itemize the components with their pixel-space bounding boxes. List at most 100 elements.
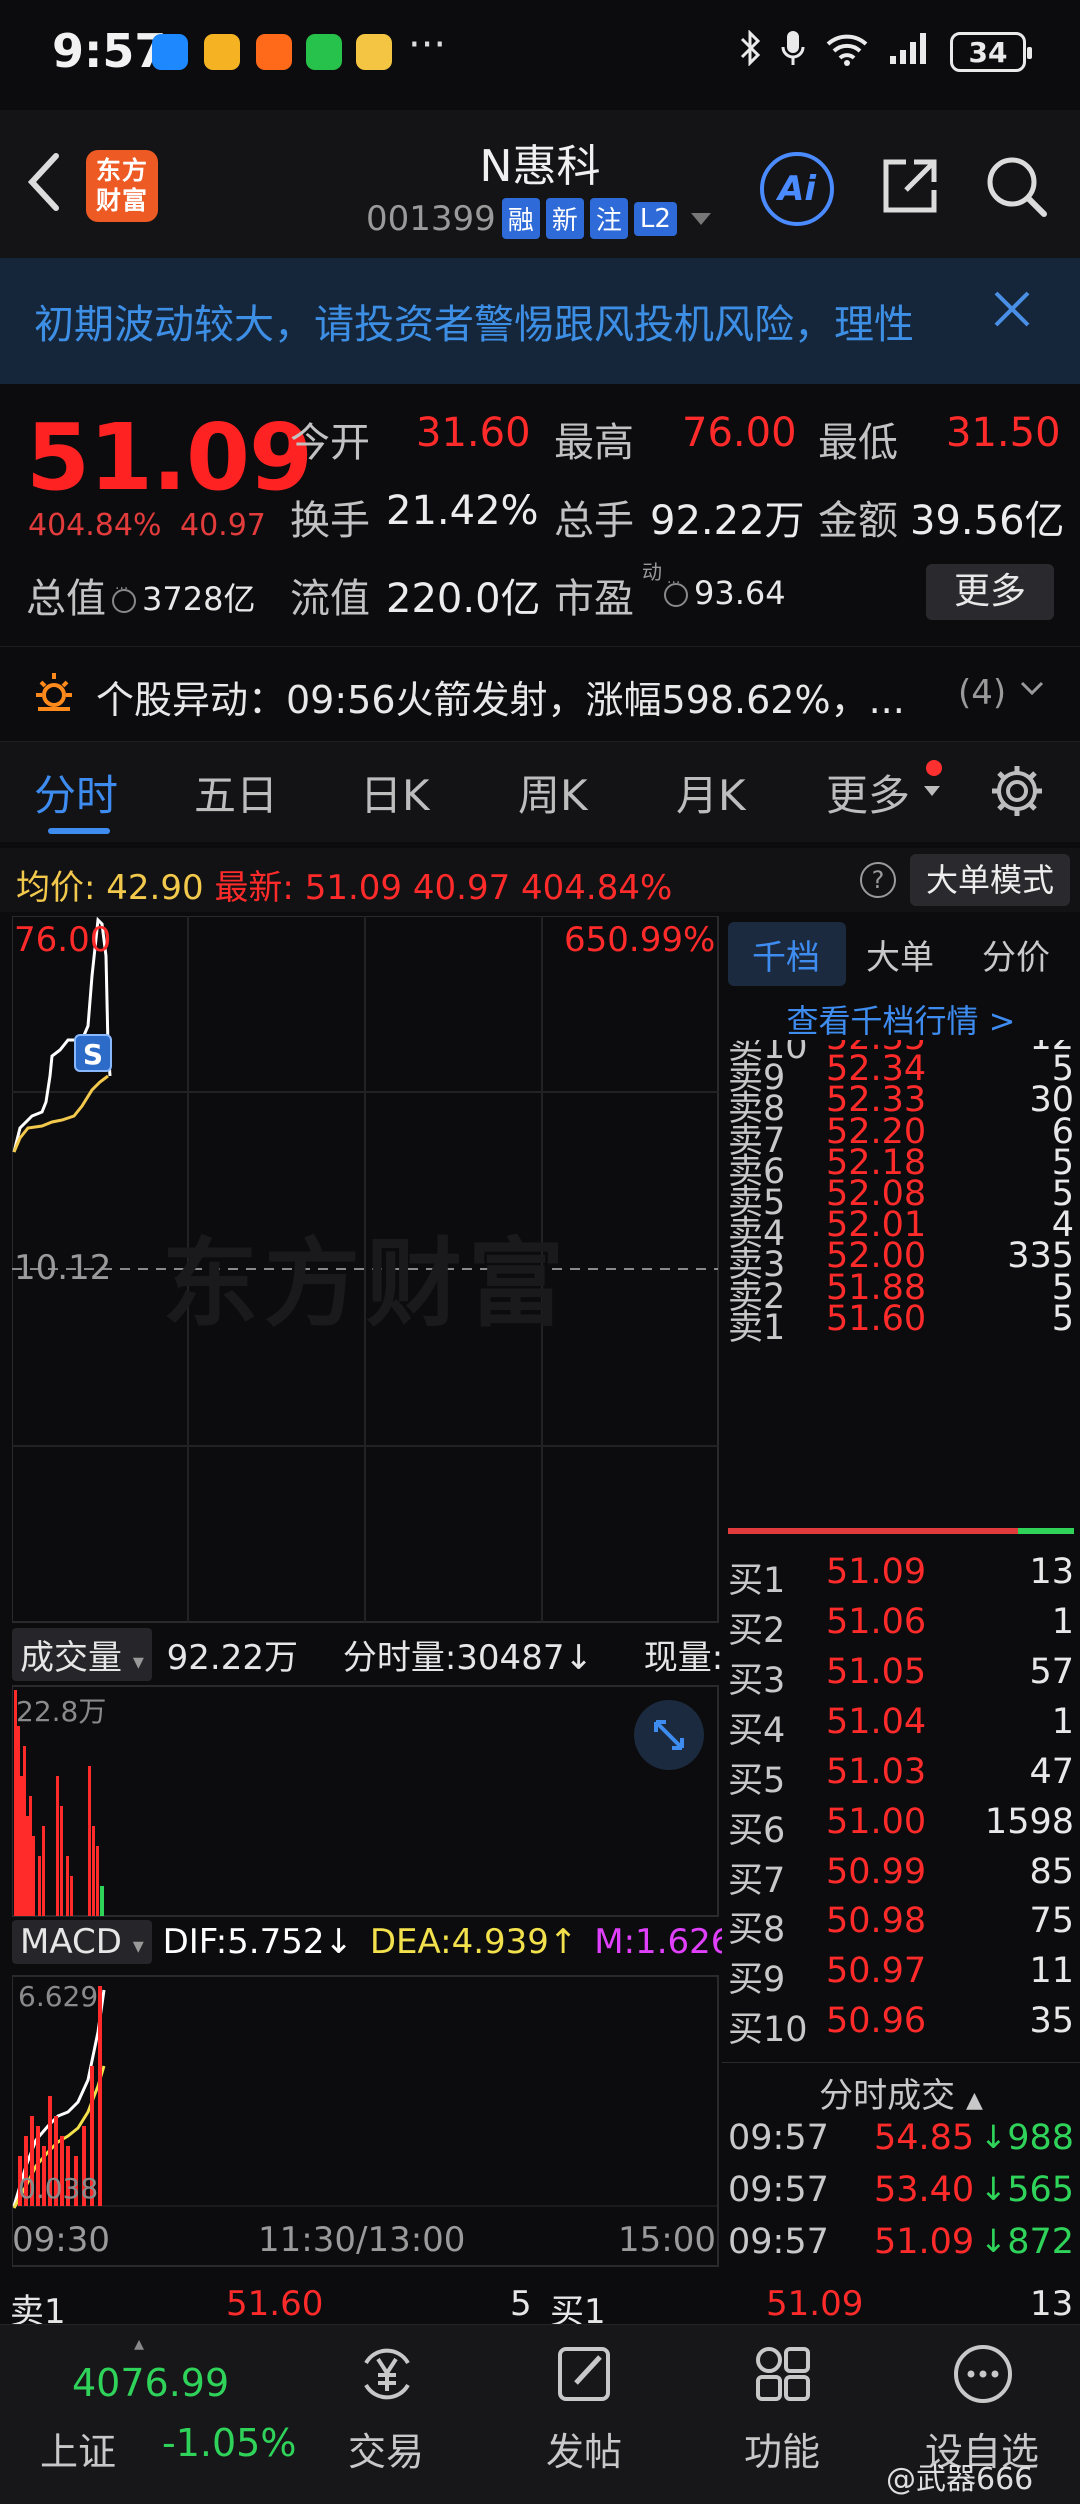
nav-trade-label: 交易 bbox=[347, 2430, 424, 2474]
arrow-down-icon: ↓ bbox=[564, 1638, 593, 1678]
trade-qty: 988 bbox=[1007, 2118, 1074, 2158]
chart-settings-button[interactable] bbox=[988, 762, 1046, 824]
tab-intraday[interactable]: 分时 bbox=[34, 762, 118, 823]
current-price: 51.09 bbox=[26, 404, 313, 511]
wechat-notification-icon bbox=[306, 34, 342, 70]
trade-direction-icon: ↓ bbox=[980, 2170, 1007, 2208]
bid-row[interactable]: 买4 51.04 1 bbox=[728, 1702, 1074, 1752]
bid-row[interactable]: 买1 51.09 13 bbox=[728, 1552, 1074, 1602]
share-icon bbox=[883, 159, 937, 213]
trade-direction-icon: ↓ bbox=[980, 2222, 1007, 2260]
low-value: 31.50 bbox=[946, 410, 1061, 456]
close-notice-button[interactable] bbox=[990, 280, 1034, 345]
tag-margin: 融 bbox=[501, 198, 540, 239]
volume-bar bbox=[92, 1826, 95, 1916]
volume-bar bbox=[100, 1886, 104, 1916]
tab-big-orders[interactable]: 大单 bbox=[866, 930, 934, 979]
volume-max-label: 22.8万 bbox=[16, 1695, 107, 1728]
open-label: 今开 bbox=[290, 420, 370, 466]
trade-time: 09:57 bbox=[728, 2222, 829, 2262]
risk-notice-banner[interactable]: 初期波动较大，请投资者警惕跟风投机风险，理性 bbox=[0, 258, 1080, 384]
bid-list: 买1 51.09 13 买2 51.06 1 买3 51.05 57 买4 51.04 1 买5 51.0… bbox=[722, 1552, 1080, 2062]
volume-bar bbox=[38, 1856, 41, 1916]
volume-indicator-selector[interactable]: 成交量 ▾ bbox=[12, 1628, 152, 1681]
help-icon[interactable]: ? bbox=[860, 862, 896, 898]
tab-weekly-k[interactable]: 周K bbox=[518, 762, 588, 823]
tab-level1000[interactable]: 千档 bbox=[752, 930, 820, 979]
nav-post[interactable]: 发帖 bbox=[514, 2325, 654, 2504]
bid-price: 51.06 bbox=[826, 1601, 927, 1642]
macd-max-label: 6.629 bbox=[18, 1980, 99, 2013]
bid-price: 50.99 bbox=[826, 1851, 927, 1892]
volume-value: 92.22万 bbox=[650, 498, 805, 544]
alert-count: (4) bbox=[958, 673, 1007, 713]
bid-price: 50.96 bbox=[826, 2001, 927, 2042]
bid-row[interactable]: 买7 50.99 85 bbox=[728, 1852, 1074, 1902]
share-button[interactable] bbox=[878, 154, 942, 222]
wifi-icon bbox=[824, 30, 870, 75]
nav-functions-label: 功能 bbox=[743, 2430, 820, 2474]
bid-row[interactable]: 买2 51.06 1 bbox=[728, 1602, 1074, 1652]
tab-more[interactable]: 更多 bbox=[826, 762, 910, 823]
tab-monthly-k[interactable]: 月K bbox=[676, 762, 746, 823]
tab-five-day[interactable]: 五日 bbox=[194, 762, 278, 823]
bid-level: 买7 bbox=[728, 1860, 786, 1901]
index-ticker[interactable]: ▴ 4076.99 上证 -1.05% bbox=[0, 2325, 300, 2504]
tag-registered: 注 bbox=[589, 198, 628, 239]
macd-dea: DEA:4.939 bbox=[369, 1922, 549, 1962]
view-level1000-link[interactable]: 查看千档行情 > bbox=[722, 996, 1080, 1042]
avg-price-line: 均价: 42.90 最新: 51.09 40.97 404.84% bbox=[16, 860, 672, 909]
strip-sell-price: 51.60 bbox=[226, 2284, 324, 2324]
ask-list: 卖1052.3512卖952.345卖852.3330卖752.206卖652.… bbox=[722, 1040, 1080, 1520]
nav-trade[interactable]: 交易 bbox=[316, 2325, 456, 2504]
ai-assistant-button[interactable]: Ai bbox=[760, 152, 834, 226]
strip-buy-label: 买1 bbox=[550, 2292, 606, 2324]
turnover-label: 换手 bbox=[290, 498, 370, 544]
latest-label: 最新: bbox=[214, 868, 294, 908]
pe[interactable]: 93.64 bbox=[664, 574, 786, 612]
bid-row[interactable]: 买8 50.98 75 bbox=[728, 1901, 1074, 1951]
macd-m: M:1.626 bbox=[594, 1922, 733, 1962]
search-button[interactable] bbox=[984, 154, 1048, 222]
bid-row[interactable]: 买10 50.96 35 bbox=[728, 2001, 1074, 2051]
bid-row[interactable]: 买9 50.97 11 bbox=[728, 1951, 1074, 2001]
stock-code-row[interactable]: 001399 融 新 注 L2 bbox=[366, 198, 711, 239]
bid-price: 51.04 bbox=[826, 1701, 927, 1742]
order-book-panel: 千档 大单 分价 查看千档行情 > 卖1052.3512卖952.345卖852… bbox=[722, 916, 1080, 2274]
index-change: -1.05% bbox=[162, 2421, 297, 2465]
active-tab-indicator bbox=[48, 828, 110, 834]
market-cap[interactable]: 3728亿 bbox=[112, 574, 255, 620]
macd-indicator-selector[interactable]: MACD ▾ bbox=[12, 1920, 152, 1964]
bid-level: 买8 bbox=[728, 1910, 786, 1951]
volume-label: 总手 bbox=[554, 498, 634, 544]
trade-qty: 565 bbox=[1007, 2170, 1074, 2210]
ask-row[interactable]: 卖1 51.60 5 bbox=[728, 1299, 1074, 1349]
bid-row[interactable]: 买6 51.00 1598 bbox=[728, 1802, 1074, 1852]
trade-list: 09:57 54.85 ↓ 988 09:57 53.40 ↓ 565 09:57 51.09 ↓ 8… bbox=[722, 2118, 1080, 2278]
tab-daily-k[interactable]: 日K bbox=[360, 762, 430, 823]
macd-selector-label: MACD bbox=[20, 1922, 122, 1962]
chevron-up-icon: ▴ bbox=[134, 2331, 145, 2355]
tab-price-distribution[interactable]: 分价 bbox=[982, 930, 1050, 979]
bid-row[interactable]: 买5 51.03 47 bbox=[728, 1752, 1074, 1802]
mail-notification-icon bbox=[204, 34, 240, 70]
nav-functions[interactable]: 功能 bbox=[712, 2325, 852, 2504]
volume-bar bbox=[66, 1856, 69, 1916]
weibo-notification-icon bbox=[356, 34, 392, 70]
trade-price: 53.40 bbox=[874, 2170, 975, 2210]
trades-header[interactable]: 分时成交 ▲ bbox=[722, 2068, 1080, 2117]
big-order-mode-button[interactable]: 大单模式 bbox=[910, 854, 1070, 906]
stock-alert-row[interactable]: 个股异动：09:56火箭发射，涨幅598.62%，... (4) bbox=[0, 646, 1080, 742]
fullscreen-button[interactable] bbox=[634, 1700, 704, 1770]
avg-value: 42.90 bbox=[106, 868, 204, 908]
intraday-chart[interactable]: 东方财富 76.00 650.99% 10.12 S 成交量 ▾ 92.22万 … bbox=[12, 916, 788, 2504]
macd-header: MACD ▾ DIF:5.752↓ DEA:4.939↑ M:1.626↓ bbox=[12, 1920, 761, 1976]
sell-marker[interactable]: S bbox=[74, 1034, 112, 1072]
strip-buy-qty: 13 bbox=[1030, 2284, 1074, 2324]
bid-row[interactable]: 买3 51.05 57 bbox=[728, 1652, 1074, 1702]
more-quote-button[interactable]: 更多 bbox=[926, 564, 1054, 620]
time-mid-label: 11:30/13:00 bbox=[258, 2220, 466, 2260]
bid-price: 51.05 bbox=[826, 1651, 927, 1692]
volume-bar bbox=[60, 1806, 63, 1916]
expand-icon bbox=[654, 1720, 684, 1750]
